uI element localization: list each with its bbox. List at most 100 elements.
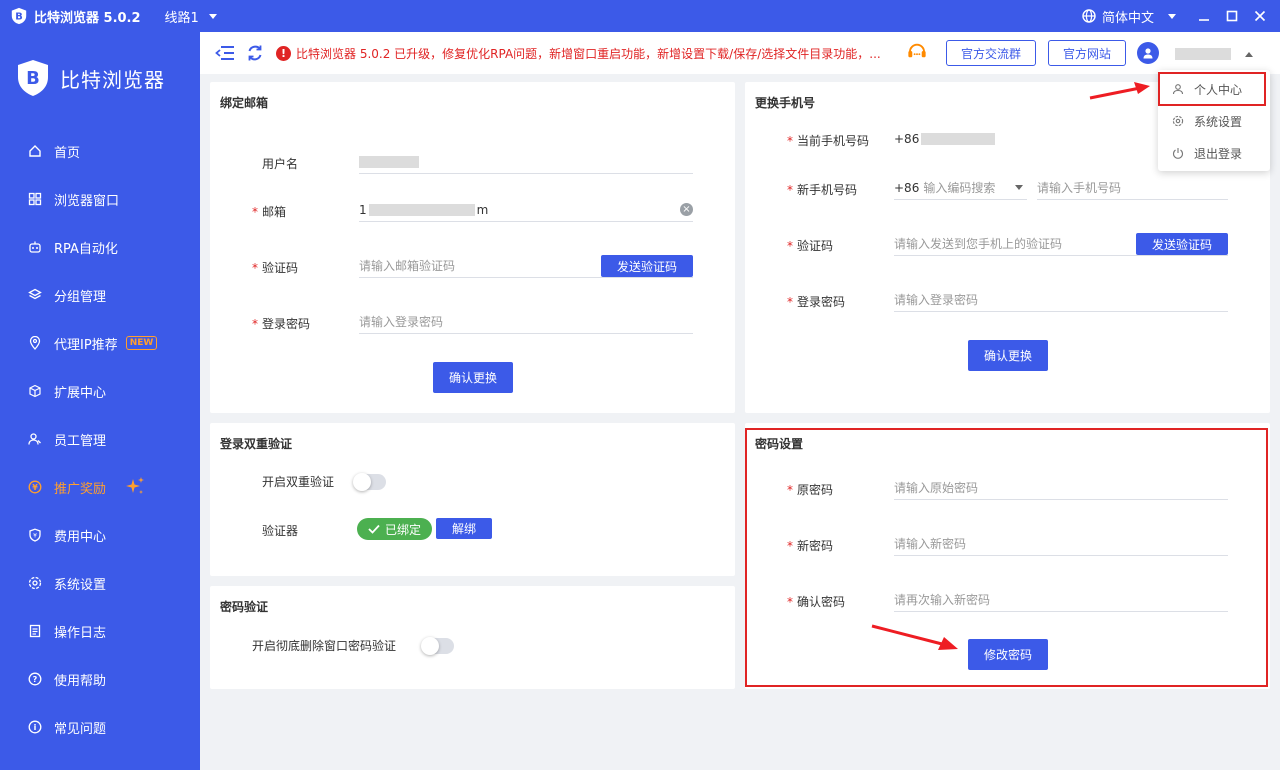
username-label: 用户名 — [262, 157, 299, 171]
sidebar-item-proxy-ip[interactable]: 代理IP推荐 NEW — [0, 319, 200, 367]
menu-item-system-settings[interactable]: 系统设置 — [1158, 106, 1270, 136]
new-phone-label: * 新手机号码 — [787, 183, 858, 197]
phone-code-label: * 验证码 — [787, 239, 834, 253]
help-icon: ? — [28, 672, 42, 686]
maximize-button[interactable] — [1218, 0, 1246, 32]
sidebar-item-operation-log[interactable]: 操作日志 — [0, 607, 200, 655]
code-label: * 验证码 — [252, 261, 299, 275]
sidebar-item-label: 代理IP推荐 — [54, 337, 118, 353]
sidebar-item-browser-windows[interactable]: 浏览器窗口 — [0, 175, 200, 223]
country-code-select[interactable]: +86 输入编码搜索 — [894, 176, 1027, 200]
two-factor-toggle[interactable] — [353, 473, 386, 491]
users-icon — [28, 433, 41, 445]
send-phone-code-button[interactable]: 发送验证码 — [1136, 233, 1228, 255]
cube-icon — [29, 384, 41, 398]
layers-icon — [28, 288, 42, 300]
email-label: * 邮箱 — [252, 205, 287, 219]
username-redacted — [1175, 48, 1231, 60]
chevron-down-icon — [1015, 185, 1023, 190]
confirm-email-change-button[interactable]: 确认更换 — [433, 362, 513, 393]
delete-password-verify-toggle[interactable] — [421, 637, 454, 655]
sidebar-item-label: 使用帮助 — [54, 673, 107, 689]
sidebar-item-label: 员工管理 — [54, 433, 107, 449]
svg-text:B: B — [26, 68, 40, 89]
card-title: 更换手机号 — [755, 96, 816, 110]
sidebar-item-home[interactable]: 首页 — [0, 127, 200, 175]
svg-text:B: B — [15, 12, 23, 23]
avatar[interactable] — [1137, 42, 1159, 64]
authenticator-label: 验证器 — [262, 524, 299, 538]
sidebar-item-rpa[interactable]: RPA自动化 — [0, 223, 200, 271]
username-field — [359, 150, 693, 174]
phone-password-input[interactable]: 请输入登录密码 — [894, 288, 1228, 312]
password-verify-card: 密码验证 开启彻底删除窗口密码验证 — [210, 586, 735, 689]
menu-item-logout[interactable]: 退出登录 — [1158, 138, 1270, 168]
refresh-icon — [248, 45, 262, 61]
sidebar-item-faq[interactable]: i 常见问题 — [0, 703, 200, 751]
new-phone-input[interactable]: 请输入手机号码 — [1037, 176, 1228, 200]
sidebar-item-label: 分组管理 — [54, 289, 107, 305]
new-badge: NEW — [125, 336, 158, 350]
official-group-button[interactable]: 官方交流群 — [946, 40, 1037, 66]
headset-icon — [908, 43, 926, 58]
sidebar-item-label: 费用中心 — [54, 529, 107, 545]
sidebar-item-label: 操作日志 — [54, 625, 107, 641]
home-icon — [29, 145, 41, 157]
svg-text:i: i — [34, 723, 37, 732]
minimize-button[interactable] — [1190, 0, 1218, 32]
sidebar-item-label: RPA自动化 — [54, 241, 118, 257]
update-notice[interactable]: ! 比特浏览器 5.0.2 已升级，修复优化RPA问题，新增窗口重启功能，新增设… — [276, 45, 881, 62]
globe-icon — [1082, 9, 1096, 23]
sidebar-item-staff[interactable]: 员工管理 — [0, 415, 200, 463]
refresh-button[interactable] — [244, 42, 266, 64]
sidebar-item-billing[interactable]: ¥ 费用中心 — [0, 511, 200, 559]
minimize-icon — [1199, 19, 1209, 21]
user-menu-toggle[interactable] — [1175, 48, 1253, 60]
sidebar-item-groups[interactable]: 分组管理 — [0, 271, 200, 319]
language-label: 简体中文 — [1101, 10, 1154, 26]
brand-name: 比特浏览器 — [60, 67, 165, 92]
gear-icon — [28, 576, 42, 590]
email-value-redacted — [368, 203, 475, 216]
reward-icon: ¥ — [28, 480, 42, 494]
sidebar-item-label: 推广奖励 — [54, 481, 107, 497]
close-button[interactable] — [1246, 0, 1274, 32]
email-field[interactable]: 1 m × — [359, 198, 693, 222]
sidebar-item-label: 首页 — [54, 145, 81, 161]
sidebar-item-help[interactable]: ? 使用帮助 — [0, 655, 200, 703]
official-site-button[interactable]: 官方网站 — [1048, 40, 1127, 66]
language-select[interactable]: 简体中文 — [1082, 7, 1176, 26]
chevron-down-icon — [1168, 13, 1176, 19]
sidebar-item-label: 浏览器窗口 — [54, 193, 120, 209]
sparkle-icon — [126, 477, 145, 494]
unbind-button[interactable]: 解绑 — [436, 518, 492, 539]
email-password-input[interactable]: 请输入登录密码 — [359, 310, 693, 334]
sidebar-item-settings[interactable]: 系统设置 — [0, 559, 200, 607]
sidebar-item-extensions[interactable]: 扩展中心 — [0, 367, 200, 415]
card-title: 绑定邮箱 — [220, 96, 269, 110]
phone-value-redacted — [921, 133, 996, 145]
title-bar: B 比特浏览器 5.0.2 线路1 简体中文 — [0, 0, 1280, 32]
app-title: 比特浏览器 5.0.2 — [34, 10, 141, 26]
brand-logo-icon: B — [18, 60, 48, 96]
card-title: 密码验证 — [220, 600, 269, 614]
update-notice-text: 比特浏览器 5.0.2 已升级，修复优化RPA问题，新增窗口重启功能，新增设置下… — [296, 46, 881, 61]
customer-service-button[interactable] — [906, 40, 928, 62]
arrow-annotation-icon — [871, 624, 958, 650]
brand: B 比特浏览器 — [0, 32, 200, 124]
send-email-code-button[interactable]: 发送验证码 — [601, 255, 693, 277]
collapse-sidebar-button[interactable] — [214, 42, 236, 64]
gear-icon — [1172, 115, 1184, 127]
bind-email-card: 绑定邮箱 用户名 * 邮箱 1 m × * 验证码 请输入邮箱验证码 发送验证码 *… — [210, 82, 735, 413]
clear-icon[interactable]: × — [680, 203, 693, 216]
robot-icon — [29, 241, 41, 253]
bound-status-badge: 已绑定 — [357, 518, 432, 540]
close-icon — [1254, 10, 1266, 22]
sidebar-item-rewards[interactable]: ¥ 推广奖励 — [0, 463, 200, 511]
confirm-phone-change-button[interactable]: 确认更换 — [968, 340, 1048, 371]
svg-text:?: ? — [33, 675, 38, 684]
current-phone-value: +86 — [894, 132, 996, 146]
menu-collapse-icon — [215, 46, 234, 60]
line-select[interactable]: 线路1 — [165, 7, 217, 26]
delete-password-verify-label: 开启彻底删除窗口密码验证 — [252, 639, 397, 653]
